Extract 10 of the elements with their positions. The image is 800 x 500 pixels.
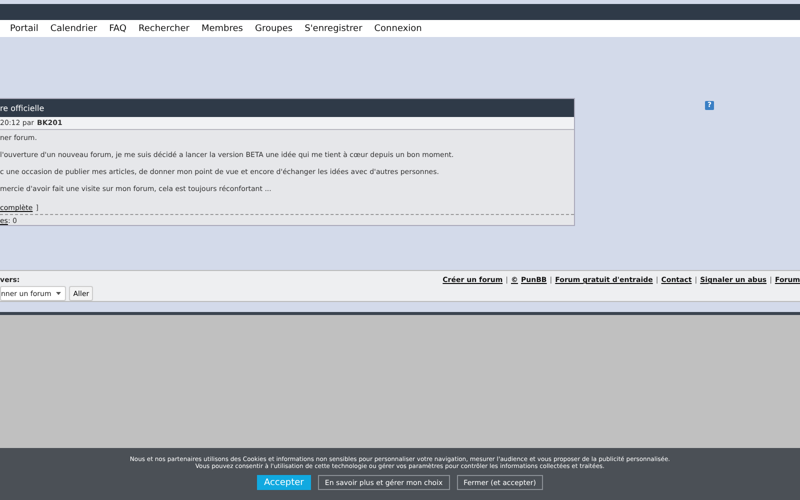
nav-link[interactable]: Connexion bbox=[368, 24, 428, 34]
nav-link[interactable]: Membres bbox=[195, 24, 249, 34]
nav-link[interactable]: Groupes bbox=[248, 24, 299, 34]
caret-icon bbox=[56, 292, 62, 295]
nav-link[interactable]: Portail bbox=[4, 24, 44, 34]
nav-link[interactable]: Rechercher bbox=[132, 24, 196, 34]
nav-link[interactable]: Calendrier bbox=[44, 24, 104, 34]
nav-link[interactable]: S'enregistrer bbox=[298, 24, 368, 34]
nav-link[interactable]: FAQ bbox=[103, 24, 132, 34]
post-title: re officielle bbox=[0, 99, 574, 117]
